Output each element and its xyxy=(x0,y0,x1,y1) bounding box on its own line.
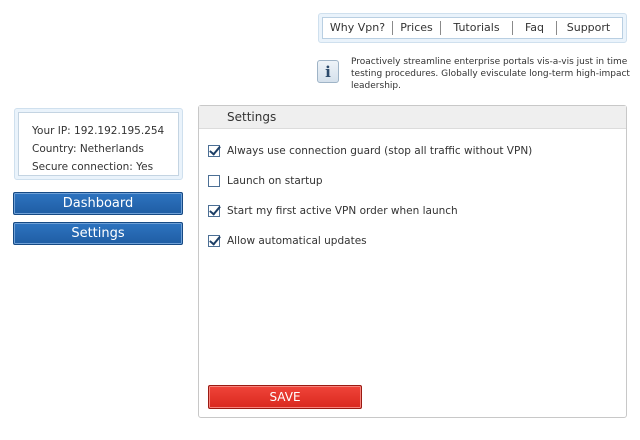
option-launch-on-startup[interactable]: Launch on startup xyxy=(208,174,323,188)
auto-updates-label: Allow automatical updates xyxy=(227,235,367,247)
info-icon-glyph: i xyxy=(325,62,331,81)
option-start-vpn-order[interactable]: Start my first active VPN order when lau… xyxy=(208,204,458,218)
settings-panel-title: Settings xyxy=(199,106,626,129)
connection-guard-label: Always use connection guard (stop all tr… xyxy=(227,145,533,157)
launch-on-startup-checkbox[interactable] xyxy=(208,175,220,187)
option-connection-guard[interactable]: Always use connection guard (stop all tr… xyxy=(208,144,532,158)
nav-link-prices[interactable]: Prices xyxy=(393,21,441,35)
status-secure-connection: Secure connection: Yes xyxy=(32,161,154,173)
nav-link-tutorials[interactable]: Tutorials xyxy=(441,21,513,35)
nav-link-why-vpn[interactable]: Why Vpn? xyxy=(323,21,393,35)
status-country: Country: Netherlands xyxy=(32,143,144,155)
top-navigation: Why Vpn? Prices Tutorials Faq Support xyxy=(318,13,627,43)
start-vpn-order-label: Start my first active VPN order when lau… xyxy=(227,205,458,217)
auto-updates-checkbox[interactable] xyxy=(208,235,220,247)
settings-button[interactable]: Settings xyxy=(13,222,183,245)
nav-link-support[interactable]: Support xyxy=(557,21,620,35)
connection-status-box: Your IP: 192.192.195.254 Country: Nether… xyxy=(14,108,183,180)
settings-panel: Settings Always use connection guard (st… xyxy=(198,105,627,418)
connection-guard-checkbox[interactable] xyxy=(208,145,220,157)
status-ip: Your IP: 192.192.195.254 xyxy=(32,125,165,137)
info-icon: i xyxy=(317,60,339,83)
save-button[interactable]: SAVE xyxy=(208,385,362,409)
top-navigation-bar: Why Vpn? Prices Tutorials Faq Support xyxy=(322,17,623,39)
option-auto-updates[interactable]: Allow automatical updates xyxy=(208,234,367,248)
info-message: Proactively streamline enterprise portal… xyxy=(351,57,630,91)
launch-on-startup-label: Launch on startup xyxy=(227,175,323,187)
connection-status-content: Your IP: 192.192.195.254 Country: Nether… xyxy=(18,112,179,176)
dashboard-button[interactable]: Dashboard xyxy=(13,192,183,215)
start-vpn-order-checkbox[interactable] xyxy=(208,205,220,217)
nav-link-faq[interactable]: Faq xyxy=(513,21,557,35)
